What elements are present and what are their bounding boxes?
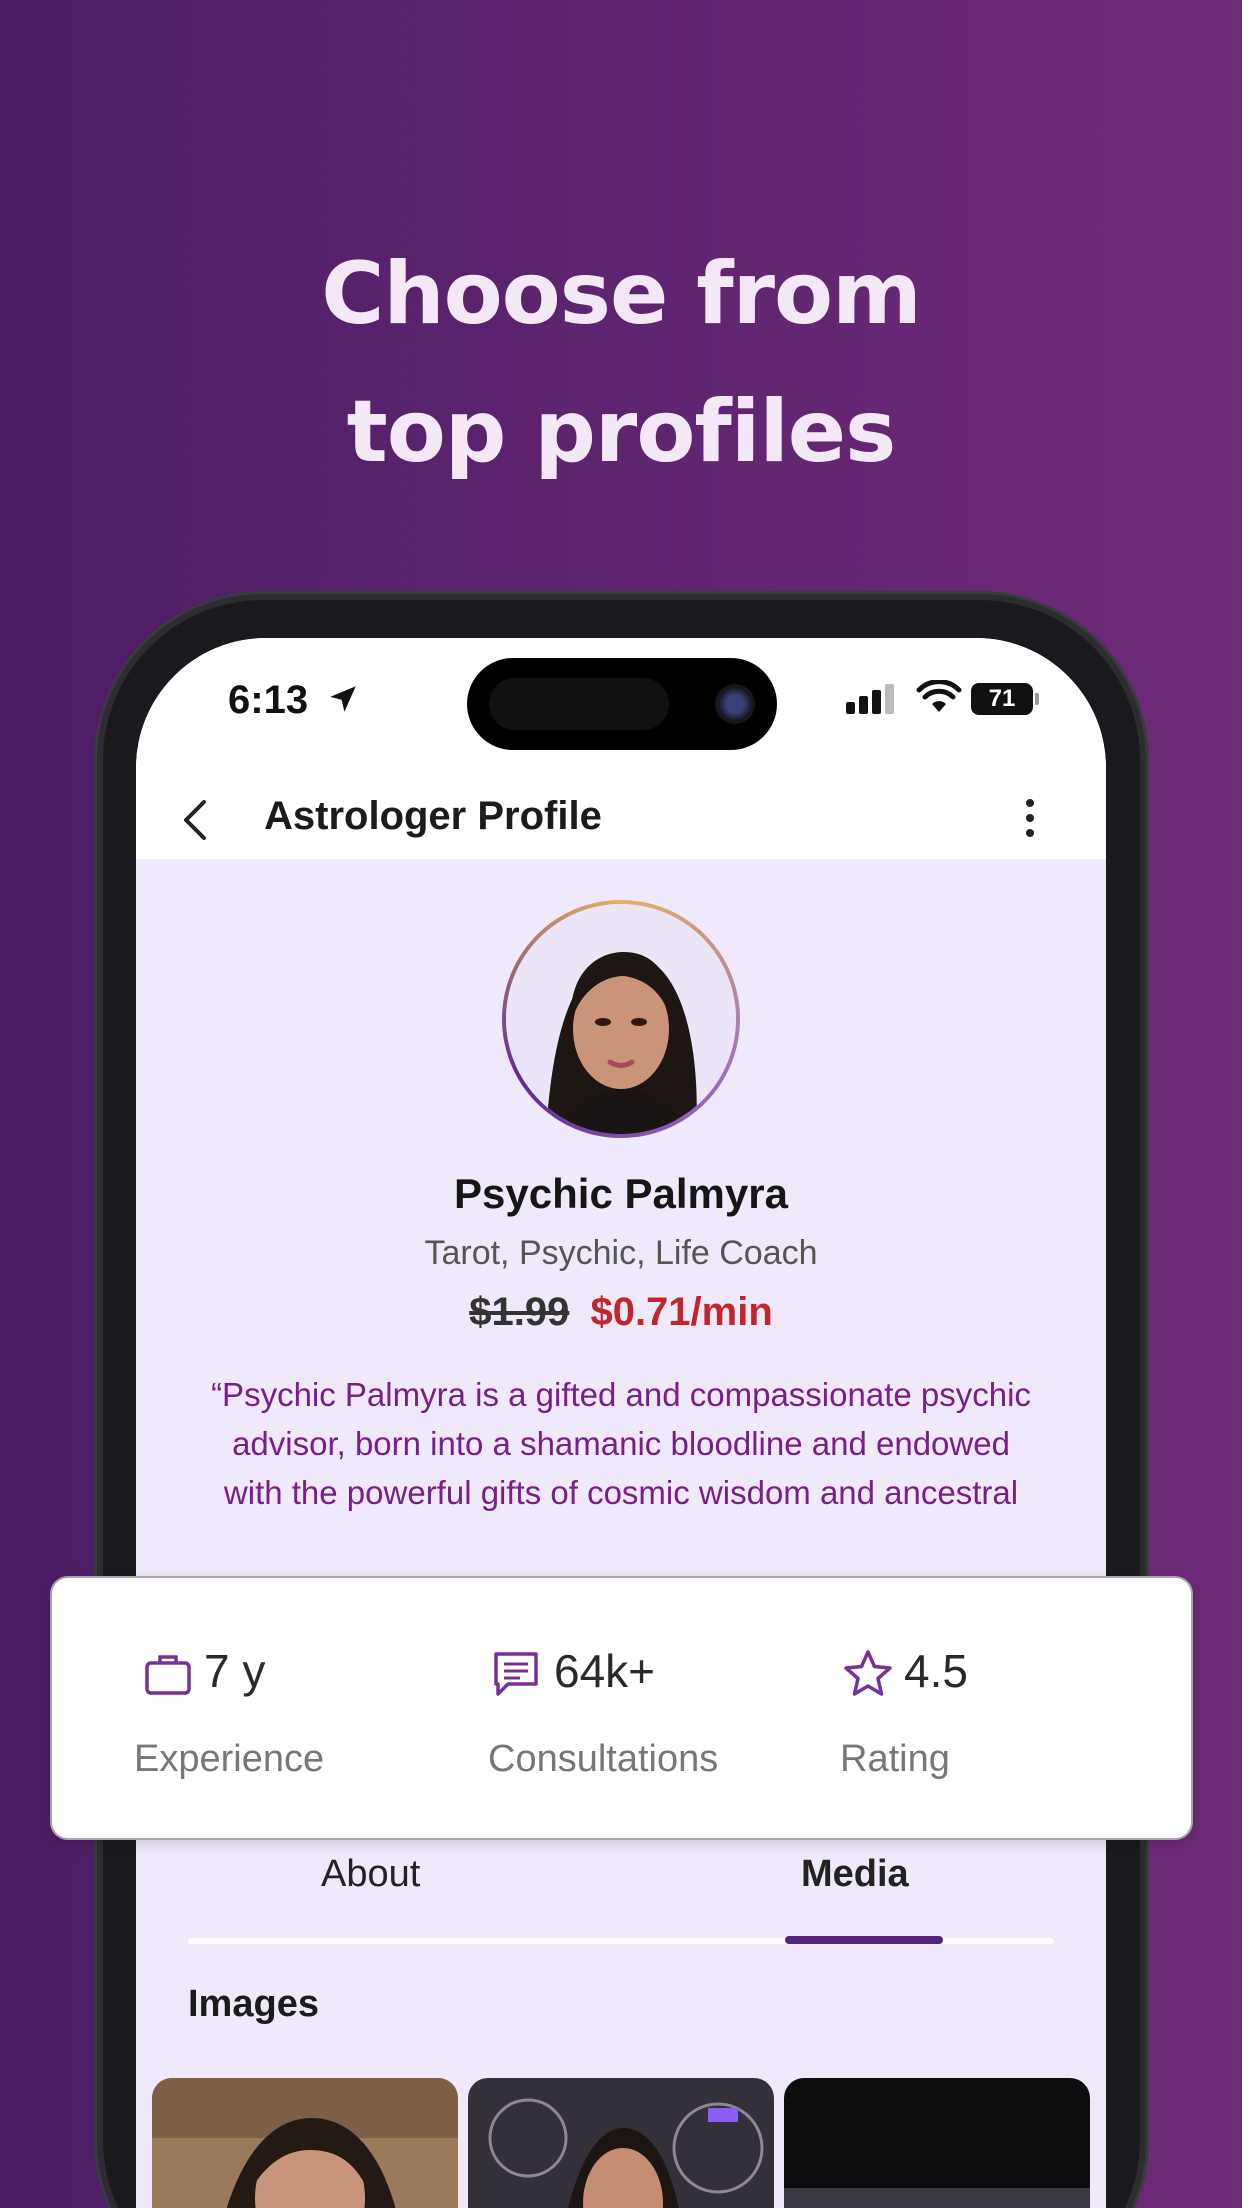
stat-consultations-label: Consultations [488,1738,719,1780]
phone-side-button [94,1020,102,1110]
stats-card: 7 y Experience 64k+ Consultations 4.5 Ra… [50,1576,1193,1840]
astrologer-name: Psychic Palmyra [454,1170,788,1217]
location-arrow-icon [330,686,356,712]
media-image-2[interactable] [468,2078,774,2208]
page-title: Astrologer Profile [264,794,602,838]
headline-line-1: Choose from [321,244,921,344]
tab-about[interactable]: About [321,1853,420,1896]
status-time: 6:13 [228,678,309,722]
dynamic-island [467,658,777,750]
stat-rating-label: Rating [840,1738,950,1780]
profile-tabs: About Media [136,1853,1106,1943]
phone-volume-down [94,1395,102,1555]
battery-indicator: 71 [971,683,1039,715]
briefcase-icon [145,1655,191,1695]
stat-experience-value: 7 y [204,1645,266,1697]
images-section-title: Images [188,1983,319,2025]
headline-line-2: top profiles [346,382,897,482]
headline: Choose from top profiles [0,225,1242,501]
tab-active-indicator [785,1936,943,1944]
back-chevron-icon[interactable] [176,796,216,844]
nav-bar: Astrologer Profile [136,778,1106,860]
phone-screen: 6:13 71 Astrologer Profile Psychic Palmy… [136,638,1106,2208]
wifi-icon [916,680,962,712]
cellular-signal-icon [846,684,898,714]
media-image-1[interactable] [152,2078,458,2208]
status-bar: 6:13 71 [136,638,1106,778]
media-image-3[interactable] [784,2078,1090,2208]
price-row: $1.99 $0.71/min [136,1290,1106,1335]
more-options-icon[interactable] [1020,794,1040,844]
phone-volume-up [94,1185,102,1345]
stat-rating-value: 4.5 [904,1645,968,1697]
price-discounted: $0.71/min [590,1290,773,1334]
phone-power-button [1140,1300,1148,1550]
stat-consultations-value: 64k+ [554,1645,656,1697]
astrologer-specialties: Tarot, Psychic, Life Coach [424,1234,818,1272]
price-original: $1.99 [469,1290,570,1334]
astrologer-bio: “Psychic Palmyra is a gifted and compass… [211,1376,1031,1511]
astrologer-avatar [502,900,740,1138]
tab-media[interactable]: Media [801,1853,909,1896]
front-camera-icon [715,684,755,724]
island-sensor [489,678,669,730]
chat-message-icon [494,1652,538,1696]
star-icon [844,1650,892,1696]
stat-experience-label: Experience [134,1738,325,1780]
portrait-image [506,904,736,1134]
